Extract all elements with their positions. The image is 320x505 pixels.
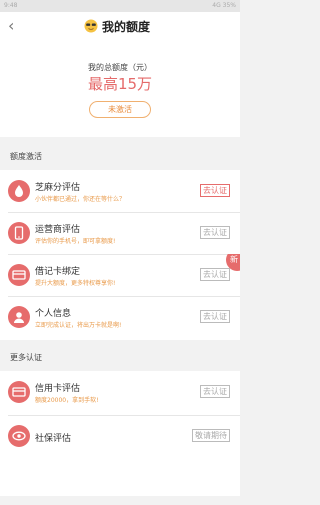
list-item-debit-card[interactable]: 借记卡绑定 提升大额度，更多特权尊享你! 去认证 新: [0, 254, 240, 296]
status-time: 9:48: [4, 2, 18, 9]
list-item-personal-info[interactable]: 个人信息 立即完成认证，将出万卡就是啊! 去认证: [0, 296, 240, 338]
verify-button[interactable]: 去认证: [200, 226, 230, 239]
item-subtitle: 评估你的手机号，即可拿额度!: [35, 238, 116, 245]
section-title-activation: 额度激活: [10, 152, 42, 161]
verify-button[interactable]: 去认证: [200, 385, 230, 398]
phone-icon: [8, 222, 30, 244]
status-indicators: 4G 35%: [212, 2, 236, 9]
card-icon: [8, 264, 30, 286]
item-subtitle: 立即完成认证，将出万卡就是啊!: [35, 322, 122, 329]
verify-button[interactable]: 去认证: [200, 184, 230, 197]
item-title: 借记卡绑定: [35, 267, 81, 277]
item-subtitle: 额度20000，拿到手软!: [35, 397, 99, 404]
activation-status-button[interactable]: 未激活: [89, 101, 151, 118]
list-item-social-security[interactable]: 社保评估 敬请期待: [0, 415, 240, 459]
section-title-more: 更多认证: [10, 353, 42, 362]
item-title: 个人信息: [35, 309, 72, 319]
item-title: 信用卡评估: [35, 384, 81, 394]
item-subtitle: 提升大额度，更多特权尊享你!: [35, 280, 116, 287]
item-title: 运营商评估: [35, 225, 81, 235]
header: ‹ 我的额度: [0, 12, 240, 40]
total-credit-amount: 最高15万: [87, 75, 153, 93]
item-title: 社保评估: [35, 434, 72, 444]
activation-list: 芝麻分评估 小伙伴都已通过，你还在等什么？ 去认证 运营商评估 评估你的手机号，…: [0, 170, 240, 340]
more-verification-list: 信用卡评估 额度20000，拿到手软! 去认证 社保评估 敬请期待: [0, 371, 240, 496]
coming-soon-button[interactable]: 敬请期待: [192, 429, 230, 442]
sesame-icon: [8, 180, 30, 202]
item-subtitle: 小伙伴都已通过，你还在等什么？: [35, 196, 126, 203]
verify-button[interactable]: 去认证: [200, 268, 230, 281]
credit-card-icon: [8, 381, 30, 403]
title-wrap: 我的额度: [84, 18, 150, 34]
list-item-sesame[interactable]: 芝麻分评估 小伙伴都已通过，你还在等什么？ 去认证: [0, 170, 240, 212]
person-icon: [8, 306, 30, 328]
eye-icon: [8, 425, 30, 447]
total-credit-label: 我的总额度（元）: [88, 63, 152, 72]
chevron-left-icon[interactable]: ‹: [8, 18, 14, 34]
item-title: 芝麻分评估: [35, 183, 81, 193]
sunglasses-face-icon: [84, 19, 98, 33]
credit-summary: 我的总额度（元） 最高15万 未激活: [0, 40, 240, 137]
verify-button[interactable]: 去认证: [200, 310, 230, 323]
page-title: 我的额度: [102, 19, 151, 34]
list-item-credit-card[interactable]: 信用卡评估 额度20000，拿到手软! 去认证: [0, 371, 240, 415]
list-item-carrier[interactable]: 运营商评估 评估你的手机号，即可拿额度! 去认证: [0, 212, 240, 254]
status-bar: 9:48 4G 35%: [0, 0, 240, 12]
